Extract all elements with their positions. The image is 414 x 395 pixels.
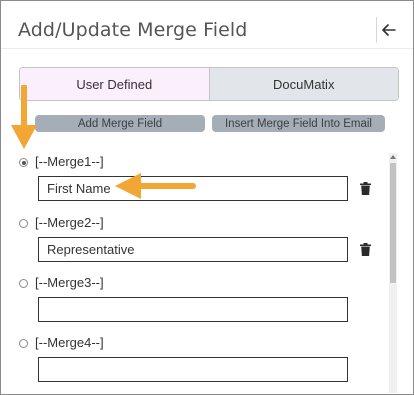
merge-field-row: [--Merge4--] [19, 335, 364, 394]
merge-field-label: [--Merge2--] [35, 215, 104, 230]
orange-arrow-icon [115, 173, 196, 199]
merge-field-row: [--Merge3--] [19, 275, 364, 337]
merge-field-radio[interactable] [19, 219, 28, 228]
merge-field-label: [--Merge4--] [35, 335, 104, 350]
merge-field-input[interactable] [38, 357, 348, 382]
trash-icon[interactable] [360, 243, 371, 256]
scroll-up-arrow-icon[interactable] [389, 153, 397, 161]
merge-field-input[interactable] [38, 297, 348, 322]
arrow-left-icon [382, 24, 396, 36]
merge-field-radio[interactable] [19, 158, 28, 167]
tab-bar: User Defined DocuMatix [19, 67, 399, 101]
orange-arrow-icon [11, 85, 37, 149]
scrollbar-thumb[interactable] [390, 163, 396, 283]
merge-field-label: [--Merge1--] [35, 154, 104, 169]
merge-field-input[interactable]: Representative [38, 237, 348, 262]
merge-field-panel: Add/Update Merge Field User Defined Docu… [0, 0, 414, 395]
merge-field-radio[interactable] [19, 339, 28, 348]
merge-field-row: [--Merge2--] Representative [19, 215, 371, 277]
tab-documatix[interactable]: DocuMatix [209, 68, 398, 100]
scrollbar[interactable] [389, 153, 397, 393]
add-merge-field-button[interactable]: Add Merge Field [35, 115, 205, 132]
trash-icon[interactable] [360, 182, 371, 195]
panel-title: Add/Update Merge Field [18, 19, 248, 41]
back-button[interactable] [376, 17, 401, 43]
merge-field-radio[interactable] [19, 279, 28, 288]
merge-field-label: [--Merge3--] [35, 275, 104, 290]
tab-user-defined[interactable]: User Defined [20, 68, 210, 100]
title-divider [1, 48, 413, 49]
insert-merge-field-button[interactable]: Insert Merge Field Into Email [212, 115, 385, 132]
